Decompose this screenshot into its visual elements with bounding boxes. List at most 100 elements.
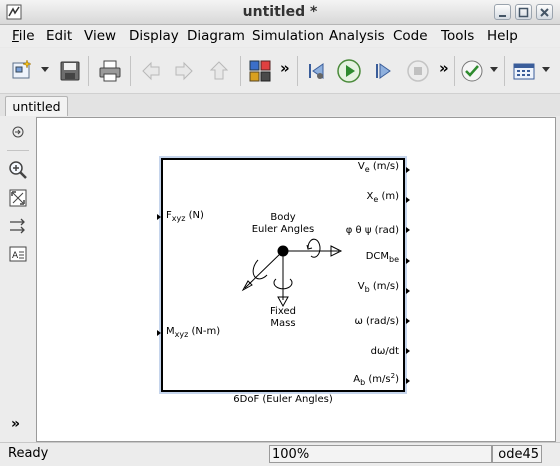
output-port-euler[interactable] [406,227,410,233]
status-bar: Ready 100% ode45 [0,442,560,466]
palette-separator [7,150,29,151]
maximize-button[interactable] [515,4,532,20]
input-label-moments: Mxyz (N-m) [166,326,221,339]
close-icon [540,8,549,17]
output-port-ab[interactable] [406,378,410,384]
output-port-domega[interactable] [406,348,410,354]
step-back-icon [309,63,324,79]
output-label-omega: ω (rad/s) [354,316,399,327]
menu-help[interactable]: Help [487,28,518,44]
canvas-palette: A » [0,116,36,442]
new-model-icon [12,59,32,79]
arrows-icon[interactable] [8,216,28,236]
build-button[interactable] [511,58,537,84]
library-browser-button[interactable] [247,58,273,84]
step-forward-icon [376,63,391,79]
output-label-vb: Vb (m/s) [357,281,399,294]
fit-to-view-icon[interactable] [8,188,28,208]
save-button[interactable] [57,58,83,84]
solver-field[interactable]: ode45 [492,445,542,463]
toolbar-separator [297,56,298,86]
model-advisor-button[interactable] [459,58,485,84]
menu-edit[interactable]: Edit [46,28,72,44]
tab-untitled[interactable]: untitled [5,96,68,116]
menu-simulation[interactable]: Simulation [252,28,324,44]
output-port-xe[interactable] [406,197,410,203]
window-title: untitled * [242,4,318,20]
svg-text:A: A [12,251,19,261]
forward-icon [175,61,193,81]
step-forward-button[interactable] [370,58,396,84]
print-icon [99,60,121,82]
output-label-dcm: DCMbe [365,251,399,264]
menu-file[interactable]: File [12,28,35,44]
stop-icon [407,60,429,82]
save-icon [60,61,80,81]
menu-analysis[interactable]: Analysis [329,28,385,44]
toolbar-separator [504,56,505,86]
toolbar-overflow-button-2[interactable]: » [439,59,449,77]
maximize-icon [518,7,529,18]
block-name-label[interactable]: 6DoF (Euler Angles) [161,394,405,405]
output-port-ve[interactable] [406,167,410,173]
print-button[interactable] [97,58,123,84]
build-dropdown-icon[interactable] [542,67,550,72]
menu-view[interactable]: View [84,28,116,44]
output-label-domega: dω/dt [370,346,399,357]
output-label-ve: Ve (m/s) [357,161,399,174]
input-label-forces: Fxyz (N) [166,210,204,223]
toolbar-overflow-button[interactable]: » [280,59,290,77]
forward-button[interactable] [171,58,197,84]
hide-show-explorer-icon[interactable] [8,122,28,142]
zoom-in-icon[interactable] [8,160,28,180]
toolbar: » » [0,48,560,94]
input-port-forces[interactable] [157,214,161,220]
menu-code[interactable]: Code [393,28,428,44]
menu-tools[interactable]: Tools [441,28,474,44]
annotation-icon[interactable]: A [8,244,28,264]
toolbar-separator [88,56,89,86]
output-label-xe: Xe (m) [366,191,399,204]
back-button[interactable] [138,58,164,84]
model-advisor-icon [461,60,483,82]
mass-label: Mass [270,318,296,329]
minimize-icon [499,15,506,17]
output-port-dcm[interactable] [406,258,410,264]
menu-file-rest: ile [18,28,35,44]
euler-angles-label: Euler Angles [251,224,315,235]
stop-button[interactable] [405,58,431,84]
status-ready: Ready [8,446,49,461]
menu-bar: File Edit View Display Diagram Simulatio… [0,25,560,47]
title-bar: untitled * [0,0,560,25]
new-model-button[interactable] [10,58,36,84]
output-label-ab: Ab (m/s2) [353,372,399,387]
build-icon [513,63,535,80]
output-port-vb[interactable] [406,288,410,294]
model-tab-strip: untitled [0,94,560,116]
step-back-button[interactable] [303,58,329,84]
zoom-level-field[interactable]: 100% [269,445,492,463]
run-button[interactable] [336,58,362,84]
output-port-omega[interactable] [406,318,410,324]
toolbar-separator [240,56,241,86]
up-button[interactable] [206,58,232,84]
close-button[interactable] [536,4,553,20]
library-browser-icon [249,60,271,82]
menu-diagram[interactable]: Diagram [187,28,245,44]
minimize-button[interactable] [494,4,511,20]
model-advisor-dropdown-icon[interactable] [490,67,498,72]
toolbar-separator [454,56,455,86]
model-canvas[interactable]: Body Euler Angles Fixed Mass Fxyz (N) Mx… [36,117,556,442]
fixed-label: Fixed [270,306,296,317]
palette-more-button[interactable]: » [11,416,20,432]
body-label: Body [270,212,296,223]
new-model-dropdown-icon[interactable] [41,67,49,72]
menu-display[interactable]: Display [129,28,179,44]
up-icon [209,61,229,80]
toolbar-separator [130,56,131,86]
input-port-moments[interactable] [157,330,161,336]
output-label-euler: φ θ ψ (rad) [345,225,399,236]
run-icon [337,59,361,83]
back-icon [142,61,160,81]
6dof-euler-angles-block[interactable]: Body Euler Angles Fixed Mass Fxyz (N) Mx… [157,156,410,394]
